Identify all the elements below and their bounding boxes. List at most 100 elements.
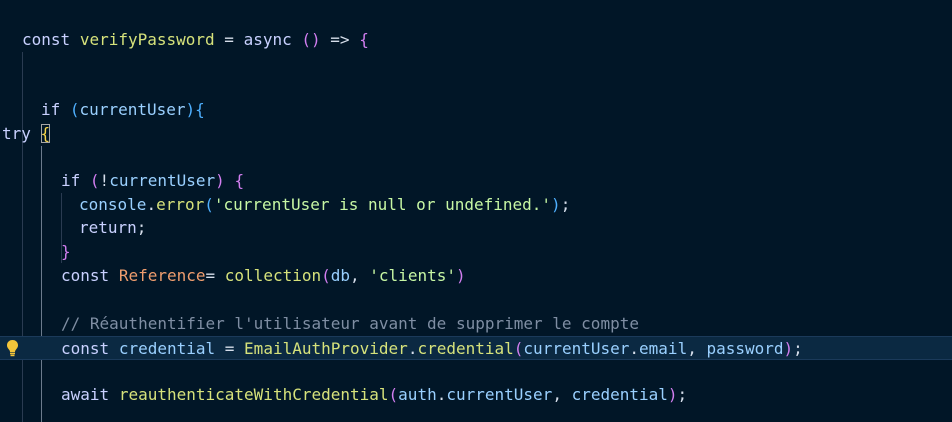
code-token: ) <box>783 339 794 358</box>
code-token: ( <box>89 171 100 190</box>
code-token: try <box>2 124 31 143</box>
code-token: if <box>41 100 61 119</box>
code-line[interactable]: console.error('currentUser is null or un… <box>0 193 952 217</box>
code-token: password <box>706 339 784 358</box>
code-token: . <box>407 339 418 358</box>
code-token: const <box>22 30 71 49</box>
code-token: reauthenticateWithCredential <box>118 385 389 404</box>
code-token: // Réauthentifier l'utilisateur avant de… <box>61 314 639 333</box>
code-text: if (!currentUser) { <box>61 169 244 193</box>
code-token: 'currentUser is null or undefined.' <box>213 195 552 214</box>
code-text: if (currentUser){ <box>41 98 205 122</box>
code-line[interactable] <box>0 288 952 312</box>
code-token: } <box>61 242 71 261</box>
code-token: = <box>205 266 225 285</box>
code-token: () <box>301 30 321 49</box>
code-token: , <box>552 385 572 404</box>
code-token: { <box>234 171 245 190</box>
code-token: . <box>146 195 157 214</box>
code-line[interactable]: const verifyPassword = async () => { <box>0 28 952 52</box>
code-token: , <box>687 339 707 358</box>
code-token: verifyPassword <box>79 30 215 49</box>
code-token: ; <box>793 339 803 358</box>
code-token: ; <box>136 218 147 237</box>
code-line[interactable]: if (!currentUser) { <box>0 169 952 193</box>
code-token: . <box>629 339 640 358</box>
code-token: currentUser <box>109 171 216 190</box>
code-token: error <box>156 195 205 214</box>
code-line[interactable]: try { <box>0 122 952 146</box>
code-token: email <box>639 339 688 358</box>
code-token: db <box>330 266 351 285</box>
code-token: currentUser <box>79 100 186 119</box>
code-token: ( <box>388 385 399 404</box>
code-token: { <box>40 124 51 143</box>
code-token: 'clients' <box>369 266 456 285</box>
code-token: . <box>436 385 447 404</box>
code-token: = <box>215 339 245 358</box>
code-token: ( <box>69 100 80 119</box>
code-token: collection <box>224 266 322 285</box>
code-text: } <box>61 240 71 264</box>
code-token: console <box>79 195 147 214</box>
code-token: ) <box>667 385 678 404</box>
code-line[interactable]: return; <box>0 216 952 240</box>
code-text: try { <box>2 122 51 146</box>
code-token: Reference <box>118 266 206 285</box>
code-line[interactable] <box>0 146 952 170</box>
code-token: ; <box>677 385 688 404</box>
code-token: if <box>61 171 81 190</box>
code-token: ( <box>513 339 524 358</box>
code-token: const <box>61 266 110 285</box>
code-line[interactable] <box>0 75 952 99</box>
code-token: ) <box>215 171 225 190</box>
code-text: const verifyPassword = async () => { <box>22 28 369 52</box>
code-text: const Reference= collection(db, 'clients… <box>61 264 466 288</box>
code-line[interactable] <box>0 359 952 383</box>
code-line[interactable]: } <box>0 240 952 264</box>
code-token: credential <box>571 385 668 404</box>
code-token: { <box>359 30 369 49</box>
code-line[interactable]: // Réauthentifier l'utilisateur avant de… <box>0 312 952 336</box>
code-token: ; <box>560 195 571 214</box>
code-token: await <box>61 385 110 404</box>
code-token: ( <box>321 266 331 285</box>
code-line[interactable]: await reauthenticateWithCredential(auth.… <box>0 383 952 407</box>
code-token: auth <box>398 385 437 404</box>
code-token: => <box>320 30 360 49</box>
lightbulb-icon[interactable] <box>6 339 19 357</box>
code-line[interactable]: if (currentUser){ <box>0 98 952 122</box>
code-text: // Réauthentifier l'utilisateur avant de… <box>61 312 639 336</box>
code-token: credential <box>417 339 514 358</box>
code-text: return; <box>79 216 146 240</box>
code-token: currentUser <box>523 339 630 358</box>
code-token: ! <box>99 171 110 190</box>
code-token: EmailAuthProvider <box>244 339 408 358</box>
code-token: ){ <box>185 100 205 119</box>
code-line[interactable]: const Reference= collection(db, 'clients… <box>0 264 952 288</box>
code-line-current[interactable]: const credential = EmailAuthProvider.cre… <box>0 336 952 360</box>
code-token: ) <box>455 266 466 285</box>
code-token: const <box>61 339 110 358</box>
code-text: console.error('currentUser is null or un… <box>79 193 570 217</box>
code-text: await reauthenticateWithCredential(auth.… <box>61 383 687 407</box>
code-line[interactable] <box>0 52 952 76</box>
code-editor[interactable]: const verifyPassword = async () => {if (… <box>0 0 952 422</box>
code-token: ) <box>551 195 561 214</box>
code-token: , <box>350 266 370 285</box>
code-token: ( <box>204 195 214 214</box>
code-token: currentUser <box>446 385 553 404</box>
code-token: credential <box>118 339 216 358</box>
code-text: const credential = EmailAuthProvider.cre… <box>61 337 803 361</box>
code-token: = <box>214 30 244 49</box>
code-token: async <box>243 30 292 49</box>
